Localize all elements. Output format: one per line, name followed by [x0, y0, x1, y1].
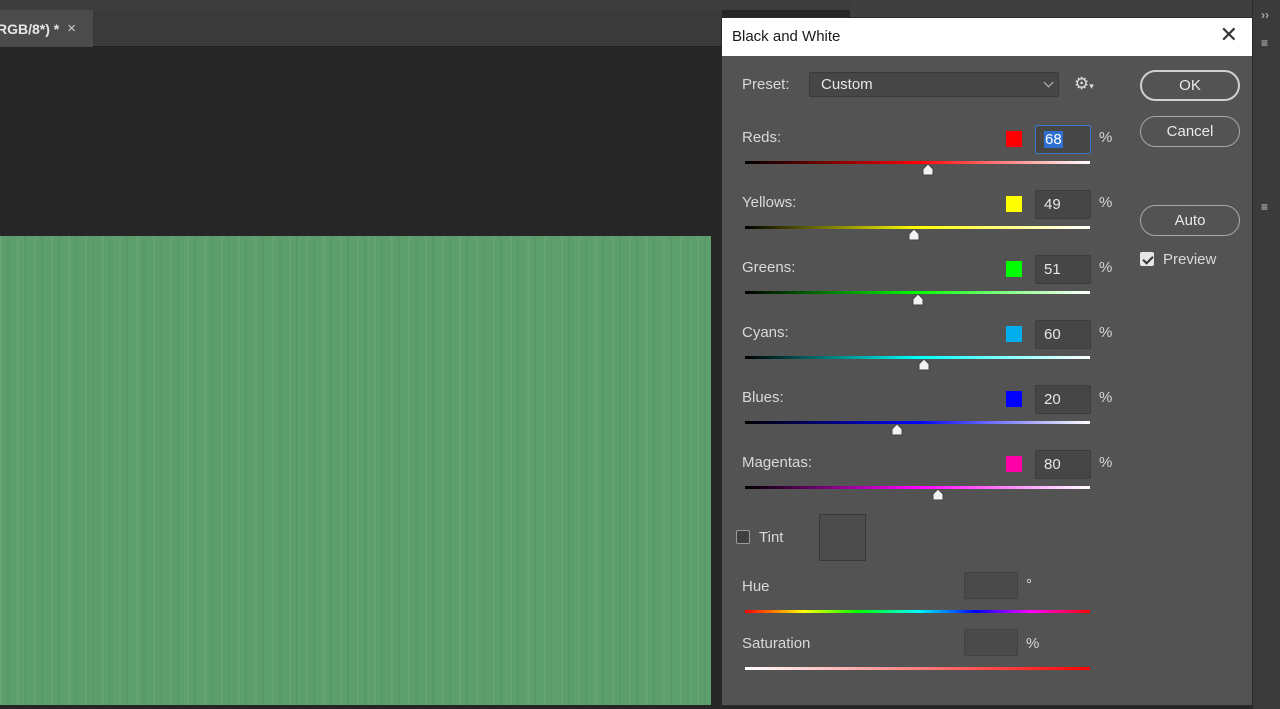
magentas-value-input[interactable]: 80: [1035, 450, 1091, 479]
blues-color-swatch: [1006, 391, 1022, 407]
saturation-label: Saturation: [742, 635, 811, 652]
yellows-label: Yellows:: [742, 194, 797, 211]
greens-slider-thumb[interactable]: [912, 294, 924, 306]
document-tab-title: RGB/8*) *: [0, 20, 60, 37]
preset-value: Custom: [821, 76, 873, 93]
yellows-value-input[interactable]: 49: [1035, 190, 1091, 219]
yellows-color-swatch: [1006, 196, 1022, 212]
saturation-slider-track[interactable]: [745, 667, 1090, 670]
blues-value-input[interactable]: 20: [1035, 385, 1091, 414]
right-panel-strip: ›› ≡ ≡: [1252, 0, 1280, 709]
magentas-label: Magentas:: [742, 454, 813, 471]
cyans-color-swatch: [1006, 326, 1022, 342]
cancel-button[interactable]: Cancel: [1140, 116, 1240, 147]
document-tab[interactable]: RGB/8*) * ×: [0, 10, 93, 47]
close-tab-icon[interactable]: ×: [67, 20, 76, 37]
greens-value: 51: [1044, 261, 1061, 278]
preview-checkbox[interactable]: [1140, 252, 1154, 266]
cyans-percent-sign: %: [1099, 324, 1113, 341]
greens-label: Greens:: [742, 259, 796, 276]
dialog-title: Black and White: [732, 28, 841, 45]
ok-button[interactable]: OK: [1140, 70, 1240, 101]
tint-checkbox[interactable]: [736, 530, 750, 544]
expand-panels-icon[interactable]: ››: [1261, 8, 1269, 22]
preset-select[interactable]: Custom: [809, 72, 1059, 97]
reds-value: 68: [1044, 131, 1063, 148]
image-canvas: [0, 236, 711, 705]
cyans-label: Cyans:: [742, 324, 789, 341]
reds-slider-track[interactable]: [745, 161, 1090, 164]
black-and-white-dialog: Black and White ✕ Preset: Custom ⚙▾ OK C…: [721, 17, 1253, 706]
preview-label: Preview: [1163, 251, 1217, 268]
tint-label: Tint: [759, 529, 784, 546]
hue-unit: °: [1026, 576, 1032, 593]
panel-menu-icon[interactable]: ≡: [1261, 36, 1268, 50]
canvas-area: [0, 48, 722, 709]
reds-value-input[interactable]: 68: [1035, 125, 1091, 154]
blues-label: Blues:: [742, 389, 784, 406]
cyans-value: 60: [1044, 326, 1061, 343]
magentas-slider-track[interactable]: [745, 486, 1090, 489]
document-tab-bar: RGB/8*) * ×: [0, 10, 722, 47]
blues-slider-thumb[interactable]: [891, 424, 903, 436]
gear-icon[interactable]: ⚙▾: [1074, 74, 1094, 94]
reds-label: Reds:: [742, 129, 782, 146]
reds-color-swatch: [1006, 131, 1022, 147]
reds-slider-thumb[interactable]: [922, 164, 934, 176]
tint-color-swatch[interactable]: [819, 514, 866, 561]
magentas-color-swatch: [1006, 456, 1022, 472]
panel-header-strip: [850, 0, 1252, 17]
magentas-value: 80: [1044, 456, 1061, 473]
auto-button[interactable]: Auto: [1140, 205, 1240, 236]
blues-slider-track[interactable]: [745, 421, 1090, 424]
reds-percent-sign: %: [1099, 129, 1113, 146]
hue-slider-track[interactable]: [745, 610, 1090, 613]
hue-input[interactable]: [964, 572, 1018, 599]
yellows-slider-thumb[interactable]: [908, 229, 920, 241]
close-icon[interactable]: ✕: [1220, 24, 1238, 46]
cyans-slider-thumb[interactable]: [918, 359, 930, 371]
saturation-unit: %: [1026, 635, 1040, 652]
yellows-value: 49: [1044, 196, 1061, 213]
cyans-value-input[interactable]: 60: [1035, 320, 1091, 349]
yellows-percent-sign: %: [1099, 194, 1113, 211]
dialog-titlebar[interactable]: Black and White ✕: [722, 18, 1252, 56]
saturation-input[interactable]: [964, 629, 1018, 656]
preset-label: Preset:: [742, 76, 790, 93]
greens-color-swatch: [1006, 261, 1022, 277]
magentas-percent-sign: %: [1099, 454, 1113, 471]
blues-percent-sign: %: [1099, 389, 1113, 406]
hue-label: Hue: [742, 578, 770, 595]
panel-menu-icon[interactable]: ≡: [1261, 200, 1268, 214]
greens-percent-sign: %: [1099, 259, 1113, 276]
greens-value-input[interactable]: 51: [1035, 255, 1091, 284]
chevron-down-icon: [1043, 77, 1054, 88]
blues-value: 20: [1044, 391, 1061, 408]
magentas-slider-thumb[interactable]: [932, 489, 944, 501]
